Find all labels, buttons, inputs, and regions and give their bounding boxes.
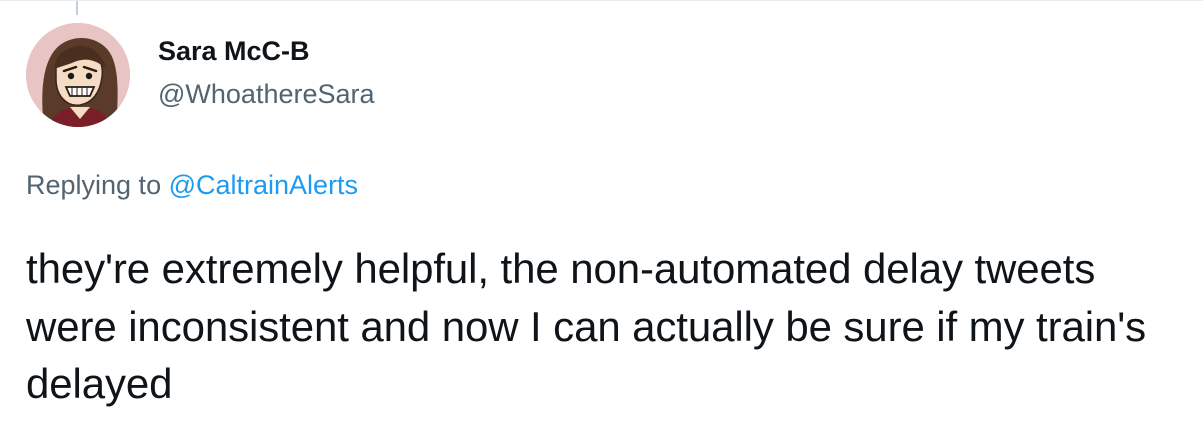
tweet[interactable]: Sara McC-B @WhoathereSara Replying to @C… bbox=[0, 0, 1203, 446]
tweet-text: they're extremely helpful, the non-autom… bbox=[26, 245, 1147, 407]
author-handle[interactable]: @WhoathereSara bbox=[158, 78, 375, 110]
avatar[interactable] bbox=[26, 23, 130, 127]
author-info[interactable]: Sara McC-B @WhoathereSara bbox=[158, 35, 375, 110]
reply-mention-link[interactable]: @CaltrainAlerts bbox=[169, 170, 358, 200]
cartoon-portrait-icon bbox=[26, 23, 130, 127]
replying-to-line: Replying to @CaltrainAlerts bbox=[26, 169, 358, 201]
author-display-name[interactable]: Sara McC-B bbox=[158, 35, 375, 67]
thread-connector-line bbox=[76, 1, 78, 15]
replying-to-label: Replying to bbox=[26, 170, 169, 200]
